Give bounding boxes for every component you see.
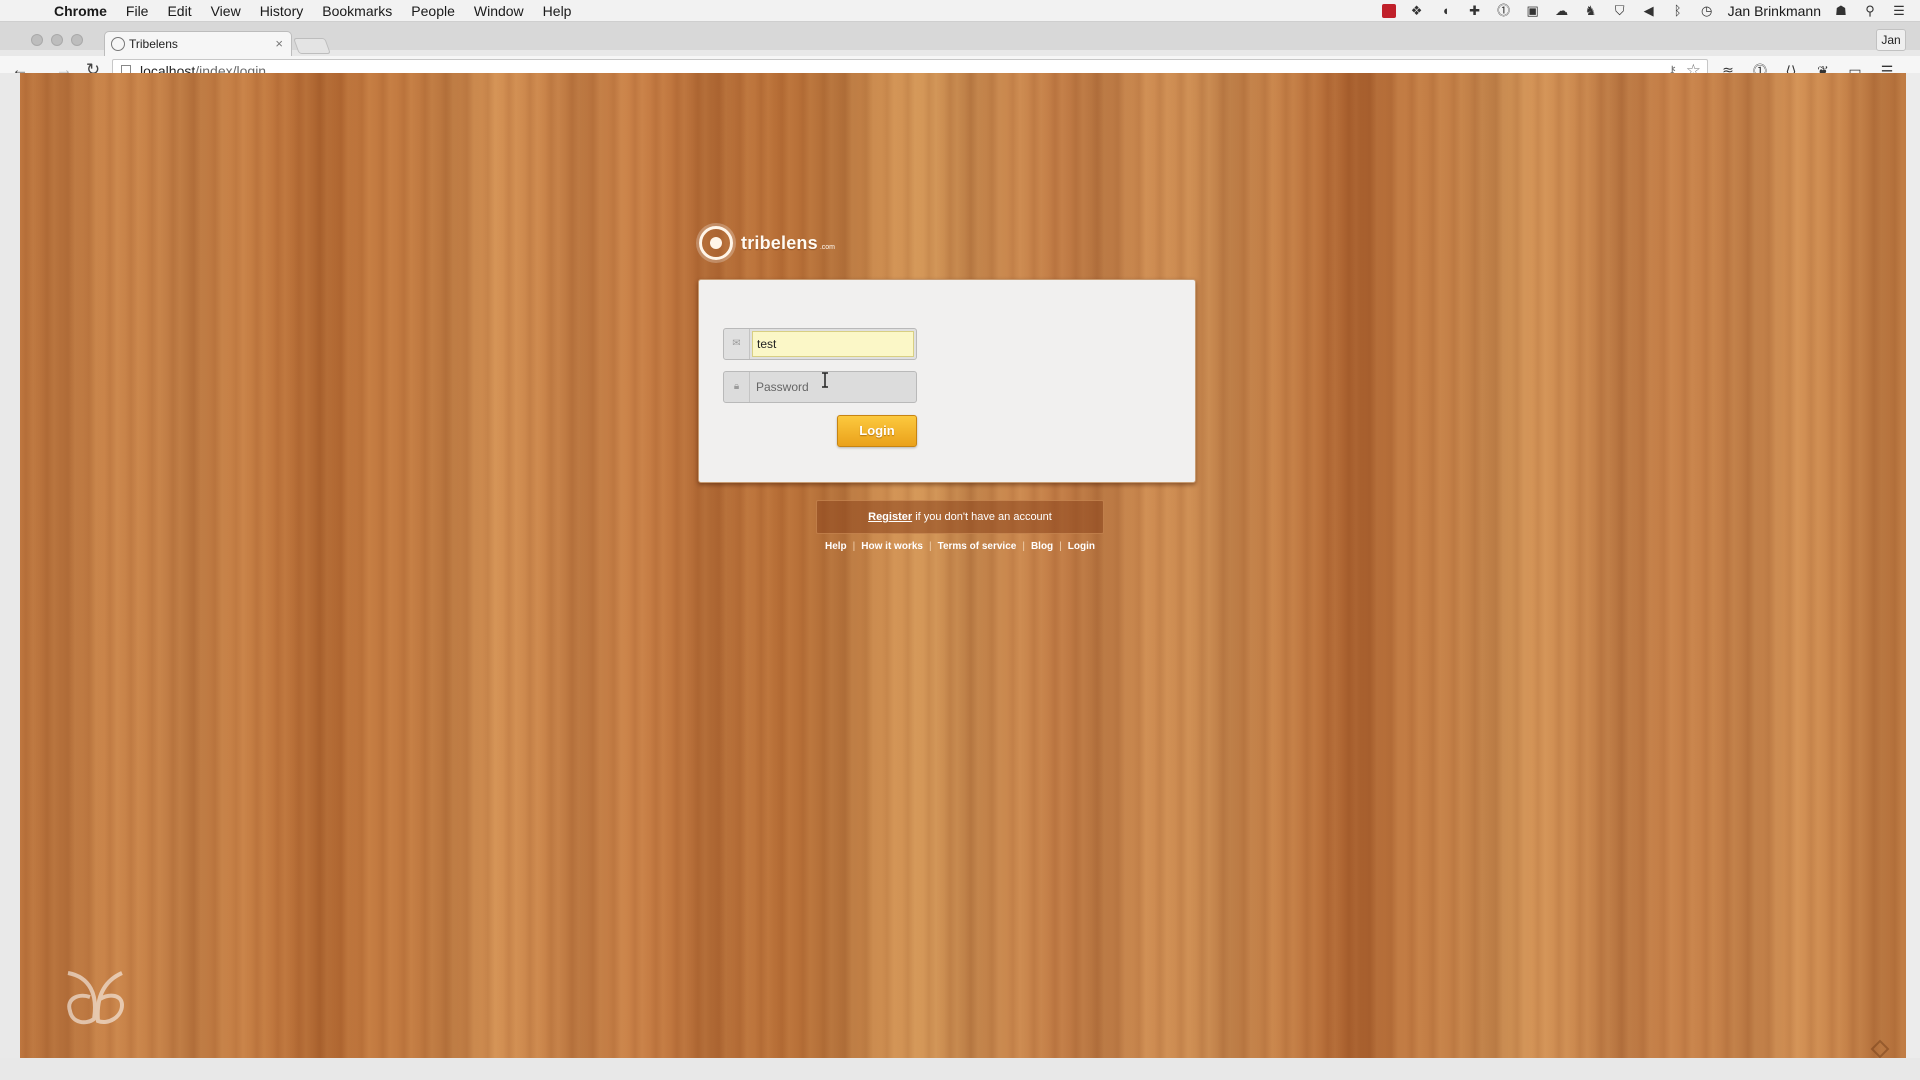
tab-close-icon[interactable]: × bbox=[275, 36, 283, 51]
left-edge bbox=[0, 73, 20, 1058]
menu-bar-username[interactable]: Jan Brinkmann bbox=[1728, 3, 1821, 19]
username-input[interactable]: test bbox=[752, 331, 914, 357]
cloud-icon[interactable]: ☁ bbox=[1554, 4, 1570, 18]
menu-file[interactable]: File bbox=[126, 3, 149, 19]
evernote-icon[interactable]: ♞ bbox=[1583, 4, 1599, 18]
brand-tld: .com bbox=[819, 243, 835, 251]
menu-history[interactable]: History bbox=[260, 3, 304, 19]
tab-title: Tribelens bbox=[129, 37, 178, 51]
register-prompt: Register if you don't have an account bbox=[816, 500, 1104, 534]
tribelens-logo[interactable]: tribelens .com bbox=[699, 226, 835, 260]
tab-tribelens[interactable]: Tribelens × bbox=[104, 31, 292, 56]
profile-button[interactable]: Jan bbox=[1876, 29, 1906, 51]
feather-icon[interactable]: ◖ bbox=[1438, 4, 1454, 18]
tab-strip: Tribelens × Jan bbox=[0, 22, 1920, 56]
login-button[interactable]: Login bbox=[837, 415, 917, 447]
footer-links: Help | How it works | Terms of service |… bbox=[806, 541, 1114, 552]
macos-menu-bar: Chrome File Edit View History Bookmarks … bbox=[0, 0, 1920, 22]
tribelens-logo-icon bbox=[699, 226, 733, 260]
close-window-button[interactable] bbox=[31, 34, 43, 46]
butterfly-watermark-icon bbox=[67, 971, 125, 1025]
password-input[interactable]: Password bbox=[756, 380, 809, 394]
menu-chrome[interactable]: Chrome bbox=[54, 3, 107, 19]
footer-link-help[interactable]: Help bbox=[819, 541, 853, 552]
red-app-icon[interactable] bbox=[1381, 4, 1396, 18]
1password-icon[interactable]: ⓵ bbox=[1496, 4, 1512, 18]
status-bar-icons: ❖ ◖ ✚ ⓵ ▣ ☁ ♞ ⛉ ◀ ᛒ ◷ Jan Brinkmann ☗ ⚲ … bbox=[1381, 0, 1920, 22]
document-icon[interactable]: ▣ bbox=[1525, 4, 1541, 18]
volume-icon[interactable]: ◀ bbox=[1641, 4, 1657, 18]
time-machine-icon[interactable]: ◷ bbox=[1699, 4, 1715, 18]
shield-icon[interactable]: ⛉ bbox=[1612, 4, 1628, 18]
user-icon[interactable]: ☗ bbox=[1833, 4, 1849, 18]
footer-link-blog[interactable]: Blog bbox=[1025, 541, 1059, 552]
text-cursor-icon bbox=[822, 372, 828, 388]
menu-window[interactable]: Window bbox=[474, 3, 524, 19]
right-edge bbox=[1906, 73, 1920, 1058]
login-card: ✉ test 🔒︎ Password Login bbox=[698, 279, 1196, 483]
bluetooth-icon[interactable]: ᛒ bbox=[1670, 4, 1686, 18]
envelope-icon: ✉ bbox=[724, 329, 750, 359]
menu-help[interactable]: Help bbox=[543, 3, 572, 19]
tab-favicon-icon bbox=[111, 37, 125, 51]
footer-link-terms[interactable]: Terms of service bbox=[932, 541, 1023, 552]
register-link[interactable]: Register bbox=[868, 511, 912, 523]
spotlight-search-icon[interactable]: ⚲ bbox=[1862, 4, 1878, 18]
new-tab-button[interactable] bbox=[293, 38, 331, 54]
username-field[interactable]: ✉ test bbox=[723, 328, 917, 360]
page-viewport: tribelens .com ✉ test 🔒︎ Password Login … bbox=[20, 73, 1906, 1058]
zoom-window-button[interactable] bbox=[71, 34, 83, 46]
brand-name: tribelens bbox=[741, 232, 818, 253]
corner-badge-icon bbox=[1870, 1039, 1890, 1058]
menu-edit[interactable]: Edit bbox=[167, 3, 191, 19]
notification-center-icon[interactable]: ☰ bbox=[1891, 4, 1907, 18]
menu-bookmarks[interactable]: Bookmarks bbox=[322, 3, 392, 19]
footer-link-login[interactable]: Login bbox=[1062, 541, 1101, 552]
register-suffix: if you don't have an account bbox=[912, 511, 1052, 523]
footer-link-how-it-works[interactable]: How it works bbox=[855, 541, 929, 552]
menu-people[interactable]: People bbox=[411, 3, 455, 19]
lock-icon: 🔒︎ bbox=[724, 372, 750, 402]
plus-cross-icon[interactable]: ✚ bbox=[1467, 4, 1483, 18]
minimize-window-button[interactable] bbox=[51, 34, 63, 46]
dropbox-icon[interactable]: ❖ bbox=[1409, 4, 1425, 18]
menu-view[interactable]: View bbox=[211, 3, 241, 19]
